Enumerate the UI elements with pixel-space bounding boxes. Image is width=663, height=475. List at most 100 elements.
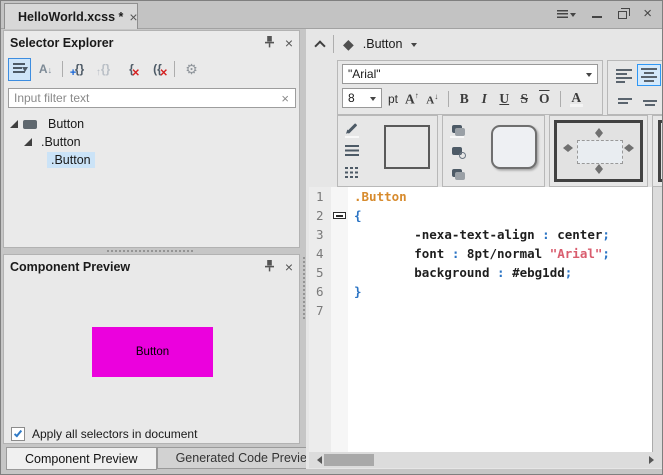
tab-close-icon[interactable]: × <box>129 10 137 24</box>
document-tab[interactable]: HelloWorld.xcss * × <box>4 3 138 29</box>
code-line[interactable]: } <box>348 282 652 301</box>
border-preview-button[interactable] <box>384 125 430 169</box>
align-center-button[interactable] <box>637 64 661 86</box>
code-line[interactable]: font : 8pt/normal "Arial"; <box>348 244 652 263</box>
fold-collapse-icon[interactable] <box>333 212 346 219</box>
selector-explorer-title: Selector Explorer <box>10 36 254 50</box>
window-close-icon[interactable]: × <box>643 7 652 21</box>
fold-cell <box>331 282 348 301</box>
filter-input-wrap: × <box>8 88 296 108</box>
fold-cell <box>331 244 348 263</box>
selector-explorer-toolbar: A↓ {}+ {}↑ {✕ ({✕ ⚙ <box>4 55 299 83</box>
margin-left-arrows[interactable] <box>559 144 577 152</box>
panel-close-icon[interactable]: × <box>285 36 293 50</box>
preview-button[interactable]: Button <box>92 327 213 377</box>
code-area[interactable]: .Button{ -nexa-text-align : center; font… <box>348 187 652 452</box>
font-color-button[interactable]: A <box>570 92 583 107</box>
tab-component-preview[interactable]: Component Preview <box>6 447 157 470</box>
margin-editor[interactable] <box>554 120 643 182</box>
cascade-order-view-button[interactable] <box>8 58 31 81</box>
code-line[interactable]: -nexa-text-align : center; <box>348 225 652 244</box>
italic-button[interactable]: I <box>478 91 491 107</box>
chevron-down-icon <box>370 97 376 104</box>
minimize-icon[interactable] <box>592 16 602 18</box>
window-menu-icon[interactable] <box>557 9 576 20</box>
style-editor-pane: ◆ .Button "Arial" 8 pt A↑A↓BIUSOA <box>306 29 662 469</box>
fold-cell <box>331 225 348 244</box>
selector-dropdown-icon[interactable] <box>411 43 417 50</box>
component-preview-panel: Component Preview × Button Apply all sel… <box>3 254 300 444</box>
background-preview-button[interactable] <box>491 125 537 169</box>
component-icon <box>23 120 37 129</box>
code-line[interactable]: .Button <box>348 187 652 206</box>
scrollbar-thumb[interactable] <box>324 454 374 466</box>
component-preview-title: Component Preview <box>10 260 254 274</box>
valign-top-button[interactable] <box>614 94 636 108</box>
border-style-group <box>337 115 438 187</box>
margin-right-arrows[interactable] <box>620 144 638 152</box>
strikethrough-button[interactable]: S <box>518 91 531 107</box>
pin-icon[interactable] <box>264 259 275 275</box>
tree-item[interactable]: .Button <box>4 133 299 151</box>
checkmark-icon <box>14 429 22 438</box>
font-family-combobox[interactable]: "Arial" <box>342 64 598 84</box>
format-buttons-row: pt A↑ A↓ BIUSO A <box>388 88 583 110</box>
expander-icon[interactable] <box>10 120 18 128</box>
add-selector-button[interactable]: {}+ <box>68 58 91 81</box>
clear-filter-icon[interactable]: × <box>275 91 295 106</box>
unit-label: pt <box>388 92 398 106</box>
dashed-style-icon[interactable] <box>343 164 361 181</box>
code-line[interactable]: background : #ebg1dd; <box>348 263 652 282</box>
scroll-left-icon[interactable] <box>313 456 322 464</box>
toolbar-separator <box>560 91 561 107</box>
move-selector-button[interactable]: {}↑ <box>94 58 117 81</box>
remove-selector-button[interactable]: {✕ <box>120 58 143 81</box>
code-line[interactable] <box>348 301 652 320</box>
sort-alphabetical-button[interactable]: A↓ <box>34 58 57 81</box>
panel-close-icon[interactable]: × <box>285 260 293 274</box>
font-group: "Arial" 8 pt A↑ A↓ BIUSO A <box>337 60 603 115</box>
bold-button[interactable]: B <box>458 91 471 107</box>
fold-cell <box>331 263 348 282</box>
settings-gear-icon[interactable]: ⚙ <box>180 58 203 81</box>
increase-font-size-button[interactable]: A↑ <box>405 91 419 108</box>
apply-selectors-label: Apply all selectors in document <box>32 427 197 441</box>
tree-item[interactable]: Button <box>4 115 299 133</box>
collapse-toolbar-icon[interactable] <box>314 40 325 51</box>
align-left-button[interactable] <box>612 65 636 87</box>
remove-all-selectors-button[interactable]: ({✕ <box>146 58 169 81</box>
fold-cell <box>331 187 348 206</box>
vertical-scrollbar-track[interactable] <box>652 187 662 452</box>
current-selector-name[interactable]: .Button <box>363 37 403 51</box>
background-color-icon[interactable] <box>448 120 466 137</box>
tree-item-label: .Button <box>47 152 95 168</box>
valign-center-button[interactable] <box>639 96 661 110</box>
background-layer-icon[interactable] <box>448 164 466 181</box>
edit-border-icon[interactable] <box>343 120 361 137</box>
selector-explorer-header: Selector Explorer × <box>4 31 299 55</box>
font-size-combobox[interactable]: 8 <box>342 88 382 108</box>
line-number: 1 <box>309 187 331 206</box>
margin-top-arrows[interactable] <box>595 124 603 142</box>
apply-selectors-checkbox[interactable] <box>11 427 25 441</box>
selector-explorer-panel: Selector Explorer × A↓ {}+ {}↑ {✕ ({✕ ⚙ … <box>3 30 300 248</box>
decrease-font-size-button[interactable]: A↓ <box>426 92 439 107</box>
code-editor[interactable]: 1234567 .Button{ -nexa-text-align : cent… <box>309 187 662 452</box>
underline-button[interactable]: U <box>498 91 511 107</box>
pin-icon[interactable] <box>264 35 275 51</box>
expander-icon[interactable] <box>24 138 32 146</box>
background-pick-icon[interactable] <box>448 142 466 159</box>
line-style-icon[interactable] <box>343 142 361 159</box>
restore-icon[interactable] <box>618 11 627 19</box>
code-line[interactable]: { <box>348 206 652 225</box>
text-align-group <box>607 60 662 115</box>
filter-input[interactable] <box>9 91 275 105</box>
toolbar-separator <box>448 91 449 107</box>
scroll-right-icon[interactable] <box>649 456 658 464</box>
fold-cell <box>331 206 348 225</box>
tree-item[interactable]: .Button <box>4 151 299 169</box>
overline-button[interactable]: O <box>538 91 551 107</box>
horizontal-scrollbar[interactable] <box>309 452 662 468</box>
line-number-gutter: 1234567 <box>309 187 331 452</box>
margin-bottom-arrows[interactable] <box>595 160 603 178</box>
